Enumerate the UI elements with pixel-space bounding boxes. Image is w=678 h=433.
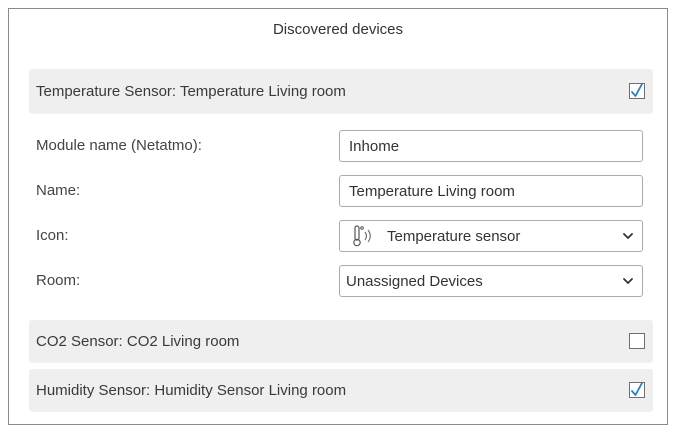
name-field[interactable]: Temperature Living room	[339, 175, 643, 207]
device-row-temperature[interactable]: Temperature Sensor: Temperature Living r…	[29, 69, 653, 113]
room-label: Room:	[36, 272, 81, 289]
chevron-down-icon	[623, 233, 633, 239]
panel-title: Discovered devices	[272, 21, 404, 38]
device-label: Humidity Sensor: Humidity Sensor Living …	[36, 381, 347, 399]
device-checkbox-humidity[interactable]	[629, 382, 645, 398]
module-name-label: Module name (Netatmo):	[36, 137, 202, 154]
room-select[interactable]: Unassigned Devices	[339, 265, 643, 297]
chevron-down-icon	[623, 278, 633, 284]
thermometer-signal-icon	[347, 224, 377, 248]
icon-label: Icon:	[36, 227, 69, 244]
icon-select[interactable]: Temperature sensor	[339, 220, 643, 252]
device-row-co2[interactable]: CO2 Sensor: CO2 Living room	[29, 320, 653, 362]
device-checkbox-co2[interactable]	[629, 333, 645, 349]
room-select-value: Unassigned Devices	[346, 272, 483, 290]
device-label: CO2 Sensor: CO2 Living room	[36, 332, 240, 350]
name-value: Temperature Living room	[349, 182, 515, 200]
device-label: Temperature Sensor: Temperature Living r…	[36, 82, 346, 100]
checkmark-icon	[631, 83, 643, 97]
device-row-humidity[interactable]: Humidity Sensor: Humidity Sensor Living …	[29, 369, 653, 411]
checkmark-icon	[631, 382, 643, 396]
icon-select-value: Temperature sensor	[387, 227, 521, 245]
name-label: Name:	[36, 182, 81, 199]
module-name-field[interactable]: Inhome	[339, 130, 643, 162]
discovered-devices-panel: Discovered devices Temperature Sensor: T…	[8, 8, 668, 425]
device-checkbox-temperature[interactable]	[629, 83, 645, 99]
module-name-value: Inhome	[349, 137, 400, 155]
